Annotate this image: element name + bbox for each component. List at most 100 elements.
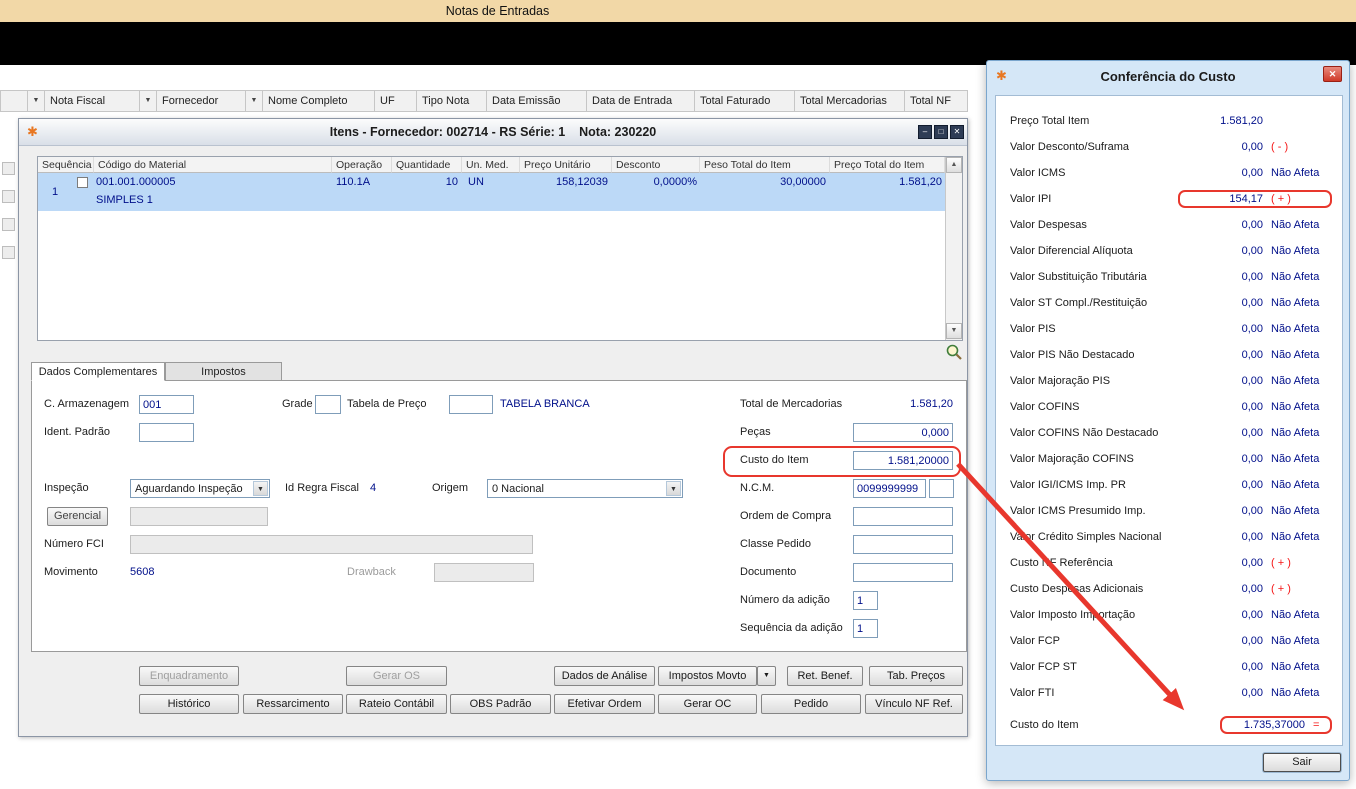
cost-row-value: 0,00 bbox=[1241, 245, 1263, 257]
cost-row: Valor IGI/ICMS Imp. PR 0,00 Não Afeta bbox=[996, 472, 1342, 498]
scroll-up-button[interactable]: ▲ bbox=[946, 157, 962, 173]
grid-col-operacao[interactable]: Operação bbox=[332, 157, 392, 173]
cost-row: Valor COFINS 0,00 Não Afeta bbox=[996, 394, 1342, 420]
grid-col-peso-total[interactable]: Peso Total do Item bbox=[700, 157, 830, 173]
cost-row-label: Valor ICMS bbox=[1010, 167, 1066, 179]
cost-row-value: 1.581,20 bbox=[1220, 115, 1263, 127]
magnifier-icon[interactable] bbox=[945, 343, 963, 361]
ncm-ex-input[interactable] bbox=[929, 479, 954, 498]
ident-padrao-input[interactable] bbox=[139, 423, 194, 442]
tab-dados-complementares[interactable]: Dados Complementares bbox=[31, 362, 165, 381]
cost-row: Valor PIS Não Destacado 0,00 Não Afeta bbox=[996, 342, 1342, 368]
close-button[interactable]: ✕ bbox=[950, 125, 964, 139]
sair-button[interactable]: Sair bbox=[1263, 753, 1341, 772]
nota-fiscal-filter-dropdown[interactable]: ▼ bbox=[28, 90, 45, 112]
cost-row: Valor PIS 0,00 Não Afeta bbox=[996, 316, 1342, 342]
sequencia-adicao-input[interactable] bbox=[853, 619, 878, 638]
dados-analise-button[interactable]: Dados de Análise bbox=[554, 666, 655, 686]
column-header-fornecedor[interactable]: Fornecedor bbox=[157, 90, 246, 112]
column-header-total-faturado[interactable]: Total Faturado bbox=[695, 90, 795, 112]
tabela-preco-nome: TABELA BRANCA bbox=[500, 398, 590, 410]
rateio-contabil-button[interactable]: Rateio Contábil bbox=[346, 694, 447, 714]
maximize-button[interactable]: □ bbox=[934, 125, 948, 139]
column-header-nome-completo[interactable]: Nome Completo bbox=[263, 90, 375, 112]
table-row[interactable]: 1 001.001.000005 SIMPLES 1 110.1A 10 UN … bbox=[38, 173, 945, 211]
nome-completo-filter-dropdown[interactable]: ▼ bbox=[246, 90, 263, 112]
cost-row-suffix: ( + ) bbox=[1271, 583, 1291, 595]
grid-col-preco-unitario[interactable]: Preço Unitário bbox=[520, 157, 612, 173]
cost-row: Custo Despesas Adicionais 0,00 ( + ) bbox=[996, 576, 1342, 602]
cost-row-group: 0,00 Não Afeta bbox=[1178, 398, 1332, 416]
ident-padrao-label: Ident. Padrão bbox=[44, 426, 111, 438]
documento-input[interactable] bbox=[853, 563, 953, 582]
column-header-total-mercadorias[interactable]: Total Mercadorias bbox=[795, 90, 905, 112]
cost-row: Valor ST Compl./Restituição 0,00 Não Afeta bbox=[996, 290, 1342, 316]
column-header-data-entrada[interactable]: Data de Entrada bbox=[587, 90, 695, 112]
cost-row-value: 0,00 bbox=[1241, 453, 1263, 465]
gerencial-button[interactable]: Gerencial bbox=[47, 507, 108, 526]
gerar-oc-button[interactable]: Gerar OC bbox=[658, 694, 757, 714]
cost-row: Valor Despesas 0,00 Não Afeta bbox=[996, 212, 1342, 238]
cost-row-group: 0,00 Não Afeta bbox=[1178, 658, 1332, 676]
grade-label: Grade bbox=[282, 398, 313, 410]
cost-row-group: 0,00 Não Afeta bbox=[1178, 450, 1332, 468]
pecas-input[interactable] bbox=[853, 423, 953, 442]
column-header-data-emissao[interactable]: Data Emissão bbox=[487, 90, 587, 112]
grid-col-desconto[interactable]: Desconto bbox=[612, 157, 700, 173]
minimize-button[interactable]: – bbox=[918, 125, 932, 139]
cost-row-value: 0,00 bbox=[1241, 427, 1263, 439]
numero-adicao-input[interactable] bbox=[853, 591, 878, 610]
origem-select[interactable]: 0 Nacional ▼ bbox=[487, 479, 683, 498]
ordem-compra-input[interactable] bbox=[853, 507, 953, 526]
obs-padrao-button[interactable]: OBS Padrão bbox=[450, 694, 551, 714]
vinculo-nf-ref-button[interactable]: Vínculo NF Ref. bbox=[865, 694, 963, 714]
classe-pedido-input[interactable] bbox=[853, 535, 953, 554]
impostos-movto-button[interactable]: Impostos Movto bbox=[658, 666, 757, 686]
gerencial-input bbox=[130, 507, 268, 526]
cost-row-label: Valor PIS bbox=[1010, 323, 1056, 335]
column-header-tipo-nota[interactable]: Tipo Nota bbox=[417, 90, 487, 112]
ret-benef-button[interactable]: Ret. Benef. bbox=[787, 666, 863, 686]
cost-row-highlight-box: 154,17 ( + ) bbox=[1178, 190, 1332, 208]
ncm-input[interactable] bbox=[853, 479, 926, 498]
cost-row-label: Valor ICMS Presumido Imp. bbox=[1010, 505, 1146, 517]
fornecedor-filter-dropdown[interactable]: ▼ bbox=[140, 90, 157, 112]
minimize-icon: – bbox=[922, 127, 928, 136]
grid-col-un-med[interactable]: Un. Med. bbox=[462, 157, 520, 173]
origem-label: Origem bbox=[432, 482, 469, 494]
row-quantidade: 10 bbox=[445, 176, 458, 188]
cost-row: Valor Crédito Simples Nacional 0,00 Não Af… bbox=[996, 524, 1342, 550]
total-mercadorias-value: 1.581,20 bbox=[910, 398, 953, 410]
c-armazenagem-input[interactable] bbox=[139, 395, 194, 414]
efetivar-ordem-button[interactable]: Efetivar Ordem bbox=[554, 694, 655, 714]
browse-header-blank bbox=[0, 90, 28, 112]
cost-total-suffix: = bbox=[1313, 719, 1320, 731]
cost-row-suffix: ( - ) bbox=[1271, 141, 1289, 153]
tab-precos-button[interactable]: Tab. Preços bbox=[869, 666, 963, 686]
column-header-total-nf[interactable]: Total NF bbox=[905, 90, 968, 112]
historico-button[interactable]: Histórico bbox=[139, 694, 239, 714]
pedido-button[interactable]: Pedido bbox=[761, 694, 861, 714]
column-header-uf[interactable]: UF bbox=[375, 90, 417, 112]
grid-col-sequencia[interactable]: Sequência bbox=[38, 157, 94, 173]
cost-row-group: 0,00 ( - ) bbox=[1178, 138, 1332, 156]
tab-impostos[interactable]: Impostos bbox=[165, 362, 282, 381]
grade-input[interactable] bbox=[315, 395, 341, 414]
scroll-down-button[interactable]: ▼ bbox=[946, 323, 962, 339]
row-checkbox[interactable] bbox=[77, 177, 88, 188]
column-header-nota-fiscal[interactable]: Nota Fiscal bbox=[45, 90, 140, 112]
ressarcimento-button[interactable]: Ressarcimento bbox=[243, 694, 343, 714]
grid-col-quantidade[interactable]: Quantidade bbox=[392, 157, 462, 173]
cost-row-value: 0,00 bbox=[1241, 687, 1263, 699]
cost-row: Valor ICMS 0,00 Não Afeta bbox=[996, 160, 1342, 186]
grid-col-codigo-material[interactable]: Código do Material bbox=[94, 157, 332, 173]
close-button[interactable]: ✕ bbox=[1323, 66, 1342, 82]
grid-col-preco-total[interactable]: Preço Total do Item bbox=[830, 157, 945, 173]
impostos-movto-dropdown[interactable]: ▼ bbox=[757, 666, 776, 686]
itens-window-titlebar[interactable]: ✱ Itens - Fornecedor: 002714 - RS Série:… bbox=[19, 119, 967, 146]
custo-item-input[interactable] bbox=[853, 451, 953, 470]
inspecao-select[interactable]: Aguardando Inspeção ▼ bbox=[130, 479, 270, 498]
cost-window-titlebar[interactable]: ✱ Conferência do Custo ✕ bbox=[987, 61, 1349, 91]
vertical-scrollbar[interactable]: ▲ ▼ bbox=[945, 157, 962, 340]
tabela-preco-input[interactable] bbox=[449, 395, 493, 414]
